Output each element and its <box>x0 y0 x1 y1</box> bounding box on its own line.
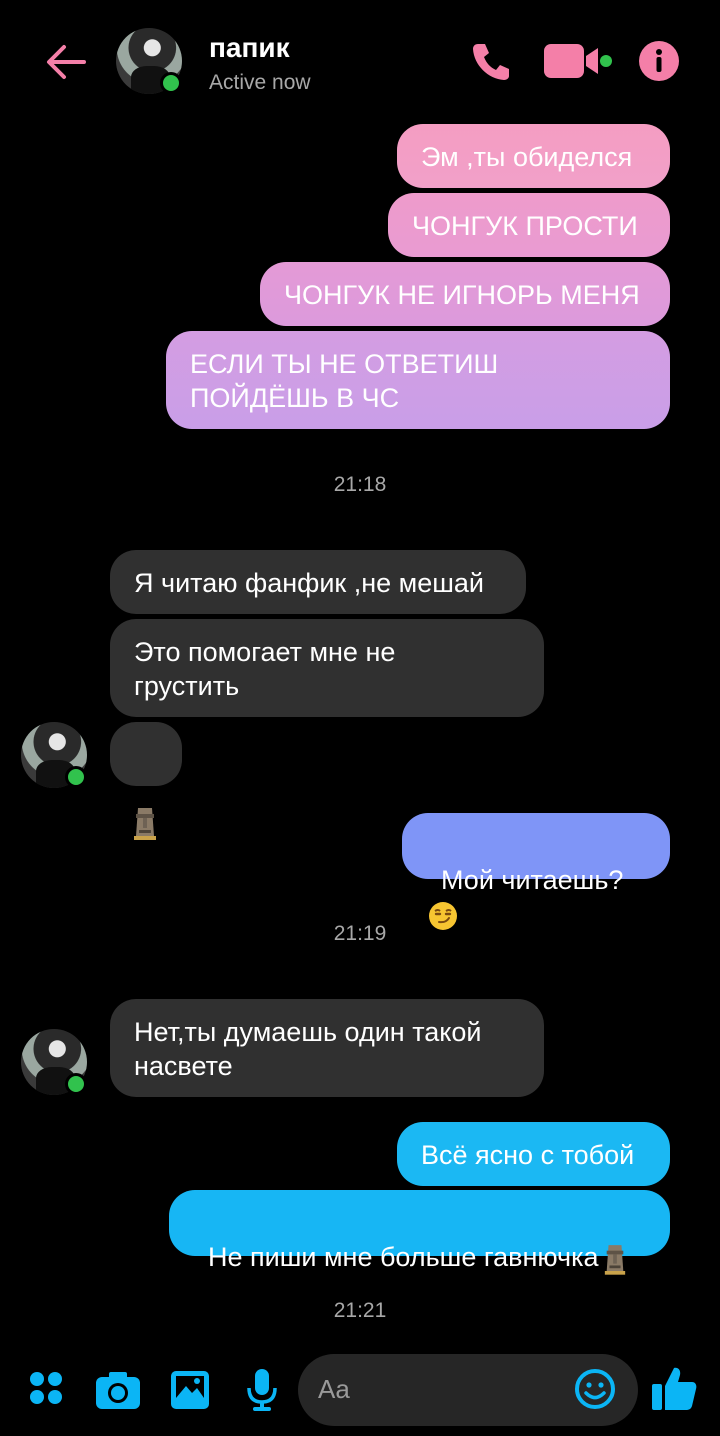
online-indicator <box>65 1073 87 1095</box>
outgoing-message[interactable]: Мой читаешь? <box>402 813 670 930</box>
message-text: Мой читаешь? <box>441 865 624 895</box>
online-indicator <box>160 72 182 94</box>
outgoing-message[interactable]: Всё ясно с тобой <box>397 1122 670 1186</box>
online-indicator <box>65 766 87 788</box>
emoji-icon[interactable] <box>574 1368 616 1410</box>
moai-emoji-icon <box>134 807 156 840</box>
info-icon[interactable] <box>638 40 680 82</box>
incoming-emoji-message[interactable] <box>110 722 182 840</box>
outgoing-message[interactable]: Не пиши мне больше гавнючка <box>169 1190 670 1275</box>
outgoing-message[interactable]: ЧОНГУК ПРОСТИ <box>388 193 670 257</box>
timestamp: 21:18 <box>333 473 387 496</box>
message-input[interactable]: Aa <box>298 1354 638 1426</box>
incoming-message[interactable]: Нет,ты думаешь один такой насвете <box>110 999 544 1097</box>
message-input-placeholder: Aa <box>318 1374 350 1404</box>
back-arrow-icon[interactable] <box>44 40 88 84</box>
menu-dots-icon[interactable] <box>28 1370 64 1406</box>
message-composer: Aa <box>0 1350 720 1436</box>
chat-header: папик Active now <box>0 0 720 120</box>
gallery-icon[interactable] <box>170 1370 210 1410</box>
thumbs-up-icon[interactable] <box>650 1364 698 1412</box>
incoming-message[interactable]: Я читаю фанфик ,не мешай <box>110 550 526 614</box>
outgoing-message[interactable]: ЕСЛИ ТЫ НЕ ОТВЕТИШ ПОЙДЁШЬ В ЧС <box>166 331 670 429</box>
contact-name[interactable]: папик <box>209 32 290 64</box>
microphone-icon[interactable] <box>246 1368 278 1412</box>
timestamp: 21:19 <box>333 922 387 945</box>
video-call-icon[interactable] <box>544 42 616 82</box>
incoming-message[interactable]: Это помогает мне не грустить <box>110 619 544 717</box>
camera-icon[interactable] <box>95 1370 141 1410</box>
contact-status: Active now <box>209 71 311 94</box>
message-text: Не пиши мне больше гавнючка <box>208 1242 599 1272</box>
phone-call-icon[interactable] <box>470 40 512 82</box>
moai-emoji-icon <box>604 1245 625 1275</box>
outgoing-message[interactable]: ЧОНГУК НЕ ИГНОРЬ МЕНЯ <box>260 262 670 326</box>
timestamp: 21:21 <box>333 1299 387 1322</box>
outgoing-message[interactable]: Эм ,ты обиделся <box>397 124 670 188</box>
